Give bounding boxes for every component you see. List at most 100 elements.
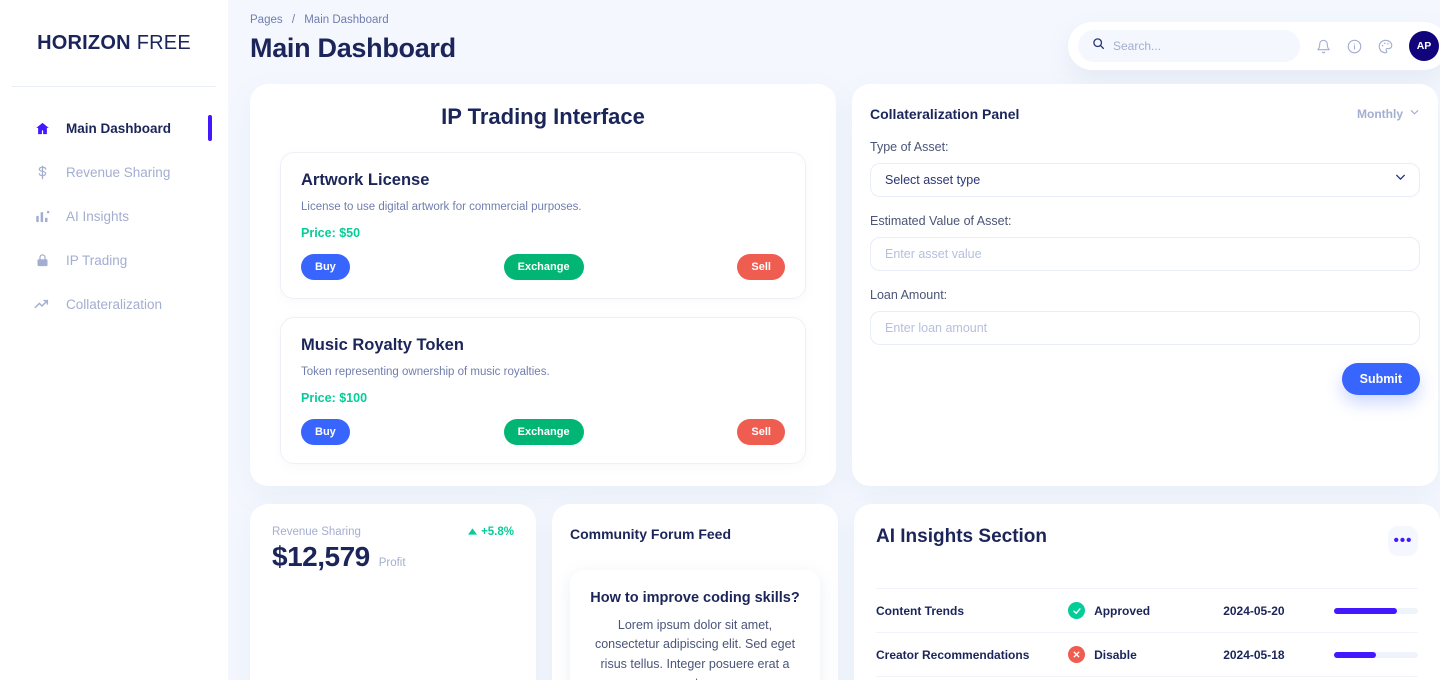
- page-heading-group: Pages / Main Dashboard Main Dashboard: [242, 14, 456, 64]
- topbar-actions: AP: [1068, 22, 1440, 70]
- bell-icon[interactable]: [1316, 39, 1331, 54]
- status-label: Disable: [1094, 647, 1137, 662]
- progress-fill: [1334, 651, 1376, 658]
- breadcrumb: Pages / Main Dashboard: [242, 14, 456, 26]
- brand-name-bold: HORIZON: [37, 31, 131, 54]
- range-dropdown-label: Monthly: [1357, 107, 1403, 121]
- progress-track: [1334, 651, 1418, 658]
- forum-post-body: Lorem ipsum dolor sit amet, consectetur …: [594, 618, 796, 680]
- asset-type-select-wrap: [870, 163, 1420, 197]
- asset-description: Token representing ownership of music ro…: [301, 366, 550, 378]
- more-options-icon[interactable]: •••: [1388, 526, 1418, 556]
- collateralization-header: Collateralization Panel Monthly: [870, 106, 1420, 122]
- community-forum-card: Community Forum Feed How to improve codi…: [552, 504, 838, 680]
- app-root: HORIZON FREE Main Dashboard Revenue Shar…: [0, 0, 1440, 680]
- range-dropdown[interactable]: Monthly: [1357, 107, 1420, 121]
- ai-insights-card: AI Insights Section ••• Content Trends A…: [854, 504, 1440, 680]
- topbar: Pages / Main Dashboard Main Dashboard Se…: [242, 0, 1440, 84]
- asset-price: Price: $100: [301, 391, 368, 405]
- bar-chart-icon: [34, 208, 50, 224]
- asset-value-label: Estimated Value of Asset:: [870, 214, 1012, 228]
- check-circle-icon: [1068, 602, 1086, 619]
- asset-type-select[interactable]: [870, 163, 1420, 197]
- ai-insights-title: AI Insights Section: [876, 526, 1048, 547]
- avatar[interactable]: AP: [1409, 31, 1439, 61]
- info-icon[interactable]: [1347, 39, 1362, 54]
- ip-trading-title: IP Trading Interface: [441, 104, 645, 129]
- forum-post[interactable]: How to improve coding skills? Lorem ipsu…: [570, 570, 820, 680]
- buy-button[interactable]: Buy: [301, 419, 350, 445]
- sidebar: HORIZON FREE Main Dashboard Revenue Shar…: [0, 0, 228, 680]
- brand-name-light: FREE: [136, 31, 191, 54]
- breadcrumb-current: Main Dashboard: [304, 14, 389, 26]
- dashboard-bottom-row: Revenue Sharing +5.8% $12,579 Profit Com…: [242, 486, 1440, 680]
- buy-button[interactable]: Buy: [301, 254, 350, 280]
- status-badge: Approved: [1068, 602, 1223, 619]
- insight-name: Creator Recommendations: [876, 647, 1030, 662]
- revenue-value-suffix: Profit: [378, 557, 406, 569]
- sidebar-item-ai-insights[interactable]: AI Insights: [0, 201, 228, 231]
- ip-trading-card: IP Trading Interface Artwork License Lic…: [250, 84, 836, 486]
- breadcrumb-root[interactable]: Pages: [250, 14, 283, 26]
- asset-card-artwork-license: Artwork License License to use digital a…: [280, 152, 806, 299]
- revenue-value-row: $12,579 Profit: [272, 541, 514, 573]
- revenue-header: Revenue Sharing +5.8%: [272, 526, 514, 538]
- insight-date: 2024-05-20: [1223, 603, 1285, 618]
- dollar-icon: [34, 164, 50, 180]
- search-icon: [1092, 37, 1105, 55]
- sidebar-item-collateralization[interactable]: Collateralization: [0, 289, 228, 319]
- progress-track: [1334, 607, 1418, 614]
- forum-post-title: How to improve coding skills?: [590, 590, 800, 606]
- search-box[interactable]: [1078, 30, 1300, 62]
- exchange-button[interactable]: Exchange: [503, 419, 584, 445]
- revenue-sharing-card: Revenue Sharing +5.8% $12,579 Profit: [250, 504, 536, 680]
- sidebar-item-ip-trading[interactable]: IP Trading: [0, 245, 228, 275]
- sidebar-nav: Main Dashboard Revenue Sharing AI Insigh…: [0, 113, 228, 319]
- sidebar-item-label: AI Insights: [66, 208, 130, 224]
- exchange-button[interactable]: Exchange: [503, 254, 584, 280]
- search-input[interactable]: [1113, 39, 1286, 53]
- x-circle-icon: [1068, 646, 1086, 663]
- asset-name: Music Royalty Token: [301, 336, 464, 354]
- sell-button[interactable]: Sell: [737, 419, 785, 445]
- revenue-label: Revenue Sharing: [272, 526, 361, 538]
- loan-amount-input[interactable]: [870, 311, 1420, 345]
- home-icon: [34, 120, 50, 136]
- forum-title: Community Forum Feed: [570, 526, 732, 542]
- asset-type-label: Type of Asset:: [870, 140, 949, 154]
- status-label: Approved: [1094, 603, 1151, 618]
- asset-description: License to use digital artwork for comme…: [301, 201, 582, 213]
- table-row: Content Trends Approved 2024-05-20: [876, 588, 1418, 632]
- sidebar-item-revenue-sharing[interactable]: Revenue Sharing: [0, 157, 228, 187]
- breadcrumb-separator: /: [291, 14, 296, 26]
- sidebar-item-label: Main Dashboard: [66, 120, 172, 136]
- progress-bar: [1334, 607, 1418, 614]
- trending-up-icon: [34, 296, 50, 312]
- submit-row: Submit: [870, 363, 1420, 395]
- chevron-down-icon: [1409, 107, 1420, 121]
- submit-button[interactable]: Submit: [1341, 363, 1420, 395]
- progress-bar: [1334, 651, 1418, 658]
- palette-icon[interactable]: [1378, 39, 1393, 54]
- page-title: Main Dashboard: [250, 33, 456, 63]
- loan-amount-label: Loan Amount:: [870, 288, 948, 302]
- progress-fill: [1334, 607, 1397, 614]
- table-row-partial: [876, 676, 1418, 680]
- ai-insights-header: AI Insights Section •••: [876, 526, 1418, 556]
- sidebar-divider: [12, 86, 216, 87]
- dashboard-top-row: IP Trading Interface Artwork License Lic…: [242, 84, 1440, 486]
- triangle-up-icon: [468, 526, 478, 538]
- insight-date: 2024-05-18: [1223, 647, 1285, 662]
- asset-value-input[interactable]: [870, 237, 1420, 271]
- sidebar-active-indicator: [208, 115, 212, 141]
- asset-price: Price: $50: [301, 226, 361, 240]
- insight-name: Content Trends: [876, 603, 965, 618]
- sidebar-item-main-dashboard[interactable]: Main Dashboard: [0, 113, 228, 143]
- sell-button[interactable]: Sell: [737, 254, 785, 280]
- asset-name: Artwork License: [301, 171, 430, 189]
- asset-actions: Buy Exchange Sell: [301, 254, 785, 280]
- collateralization-title: Collateralization Panel: [870, 106, 1020, 122]
- sidebar-item-label: Revenue Sharing: [66, 164, 171, 180]
